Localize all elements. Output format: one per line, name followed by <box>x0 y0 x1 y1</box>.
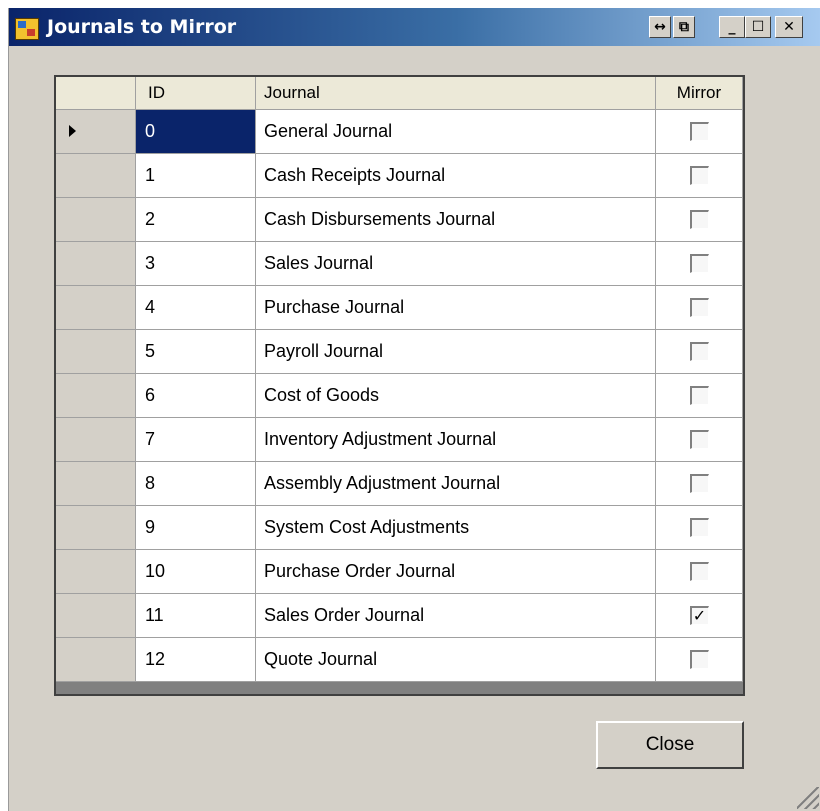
cell-mirror[interactable] <box>656 374 743 418</box>
row-header[interactable] <box>56 638 136 682</box>
cell-mirror[interactable] <box>656 286 743 330</box>
cell-id[interactable]: 7 <box>136 418 256 462</box>
cell-mirror[interactable] <box>656 638 743 682</box>
mirror-checkbox[interactable] <box>689 166 709 185</box>
minimize-button[interactable]: _ <box>719 16 745 38</box>
cell-mirror[interactable] <box>656 242 743 286</box>
cell-id[interactable]: 5 <box>136 330 256 374</box>
cell-journal[interactable]: Cost of Goods <box>256 374 656 418</box>
row-header[interactable] <box>56 374 136 418</box>
journals-dialog: Journals to Mirror ↔ ⧉ _ ☐ ✕ ID Journal … <box>8 8 820 811</box>
mirror-checkbox[interactable] <box>689 518 709 537</box>
close-button[interactable]: Close <box>596 721 744 769</box>
row-header[interactable] <box>56 110 136 154</box>
cell-id[interactable]: 3 <box>136 242 256 286</box>
cell-id[interactable]: 0 <box>136 110 256 154</box>
cell-id[interactable]: 9 <box>136 506 256 550</box>
mirror-checkbox[interactable] <box>689 342 709 361</box>
cell-mirror[interactable] <box>656 110 743 154</box>
cell-journal[interactable]: General Journal <box>256 110 656 154</box>
current-row-arrow-icon <box>69 125 76 137</box>
mirror-checkbox[interactable] <box>689 210 709 229</box>
cell-id[interactable]: 4 <box>136 286 256 330</box>
mirror-checkbox[interactable] <box>689 298 709 317</box>
cell-mirror[interactable] <box>656 198 743 242</box>
mirror-checkbox[interactable]: ✓ <box>689 606 709 625</box>
cell-id[interactable]: 11 <box>136 594 256 638</box>
cell-journal[interactable]: Quote Journal <box>256 638 656 682</box>
column-header-journal[interactable]: Journal <box>256 77 656 110</box>
mirror-checkbox[interactable] <box>689 254 709 273</box>
mirror-checkbox[interactable] <box>689 650 709 669</box>
cell-mirror[interactable] <box>656 462 743 506</box>
mirror-checkbox[interactable] <box>689 386 709 405</box>
row-header[interactable] <box>56 506 136 550</box>
cell-id[interactable]: 1 <box>136 154 256 198</box>
cell-mirror[interactable] <box>656 550 743 594</box>
column-header-mirror[interactable]: Mirror <box>656 77 743 110</box>
mirror-checkbox[interactable] <box>689 562 709 581</box>
window-title: Journals to Mirror <box>47 16 237 38</box>
row-header[interactable] <box>56 462 136 506</box>
row-header[interactable] <box>56 242 136 286</box>
cell-mirror[interactable] <box>656 330 743 374</box>
cell-journal[interactable]: Purchase Order Journal <box>256 550 656 594</box>
app-icon <box>15 18 39 40</box>
corner-header-cell <box>56 77 136 110</box>
cell-id[interactable]: 12 <box>136 638 256 682</box>
mirror-checkbox[interactable] <box>689 474 709 493</box>
close-window-button[interactable]: ✕ <box>775 16 803 38</box>
resize-grip-icon[interactable] <box>797 787 819 809</box>
cell-mirror[interactable]: ✓ <box>656 594 743 638</box>
restore-alt-button[interactable]: ⧉ <box>673 16 695 38</box>
mirror-checkbox[interactable] <box>689 122 709 141</box>
cell-mirror[interactable] <box>656 506 743 550</box>
cell-journal[interactable]: Sales Journal <box>256 242 656 286</box>
row-header[interactable] <box>56 286 136 330</box>
cell-id[interactable]: 10 <box>136 550 256 594</box>
row-header[interactable] <box>56 330 136 374</box>
cell-id[interactable]: 6 <box>136 374 256 418</box>
row-header[interactable] <box>56 594 136 638</box>
title-bar[interactable]: Journals to Mirror ↔ ⧉ _ ☐ ✕ <box>9 8 820 46</box>
maximize-button[interactable]: ☐ <box>745 16 771 38</box>
cell-journal[interactable]: Assembly Adjustment Journal <box>256 462 656 506</box>
cell-journal[interactable]: Cash Disbursements Journal <box>256 198 656 242</box>
column-header-id[interactable]: ID <box>136 77 256 110</box>
pin-window-button[interactable]: ↔ <box>649 16 671 38</box>
cell-journal[interactable]: Inventory Adjustment Journal <box>256 418 656 462</box>
row-header[interactable] <box>56 154 136 198</box>
cell-journal[interactable]: Sales Order Journal <box>256 594 656 638</box>
row-header[interactable] <box>56 418 136 462</box>
journals-grid[interactable]: ID Journal Mirror 0 General Journal 1 Cash … <box>54 75 745 696</box>
mirror-checkbox[interactable] <box>689 430 709 449</box>
cell-id[interactable]: 2 <box>136 198 256 242</box>
cell-mirror[interactable] <box>656 418 743 462</box>
cell-mirror[interactable] <box>656 154 743 198</box>
cell-journal[interactable]: Purchase Journal <box>256 286 656 330</box>
cell-journal[interactable]: System Cost Adjustments <box>256 506 656 550</box>
cell-journal[interactable]: Cash Receipts Journal <box>256 154 656 198</box>
checkmark-icon: ✓ <box>692 606 707 625</box>
cell-journal[interactable]: Payroll Journal <box>256 330 656 374</box>
row-header[interactable] <box>56 198 136 242</box>
row-header[interactable] <box>56 550 136 594</box>
cell-id[interactable]: 8 <box>136 462 256 506</box>
